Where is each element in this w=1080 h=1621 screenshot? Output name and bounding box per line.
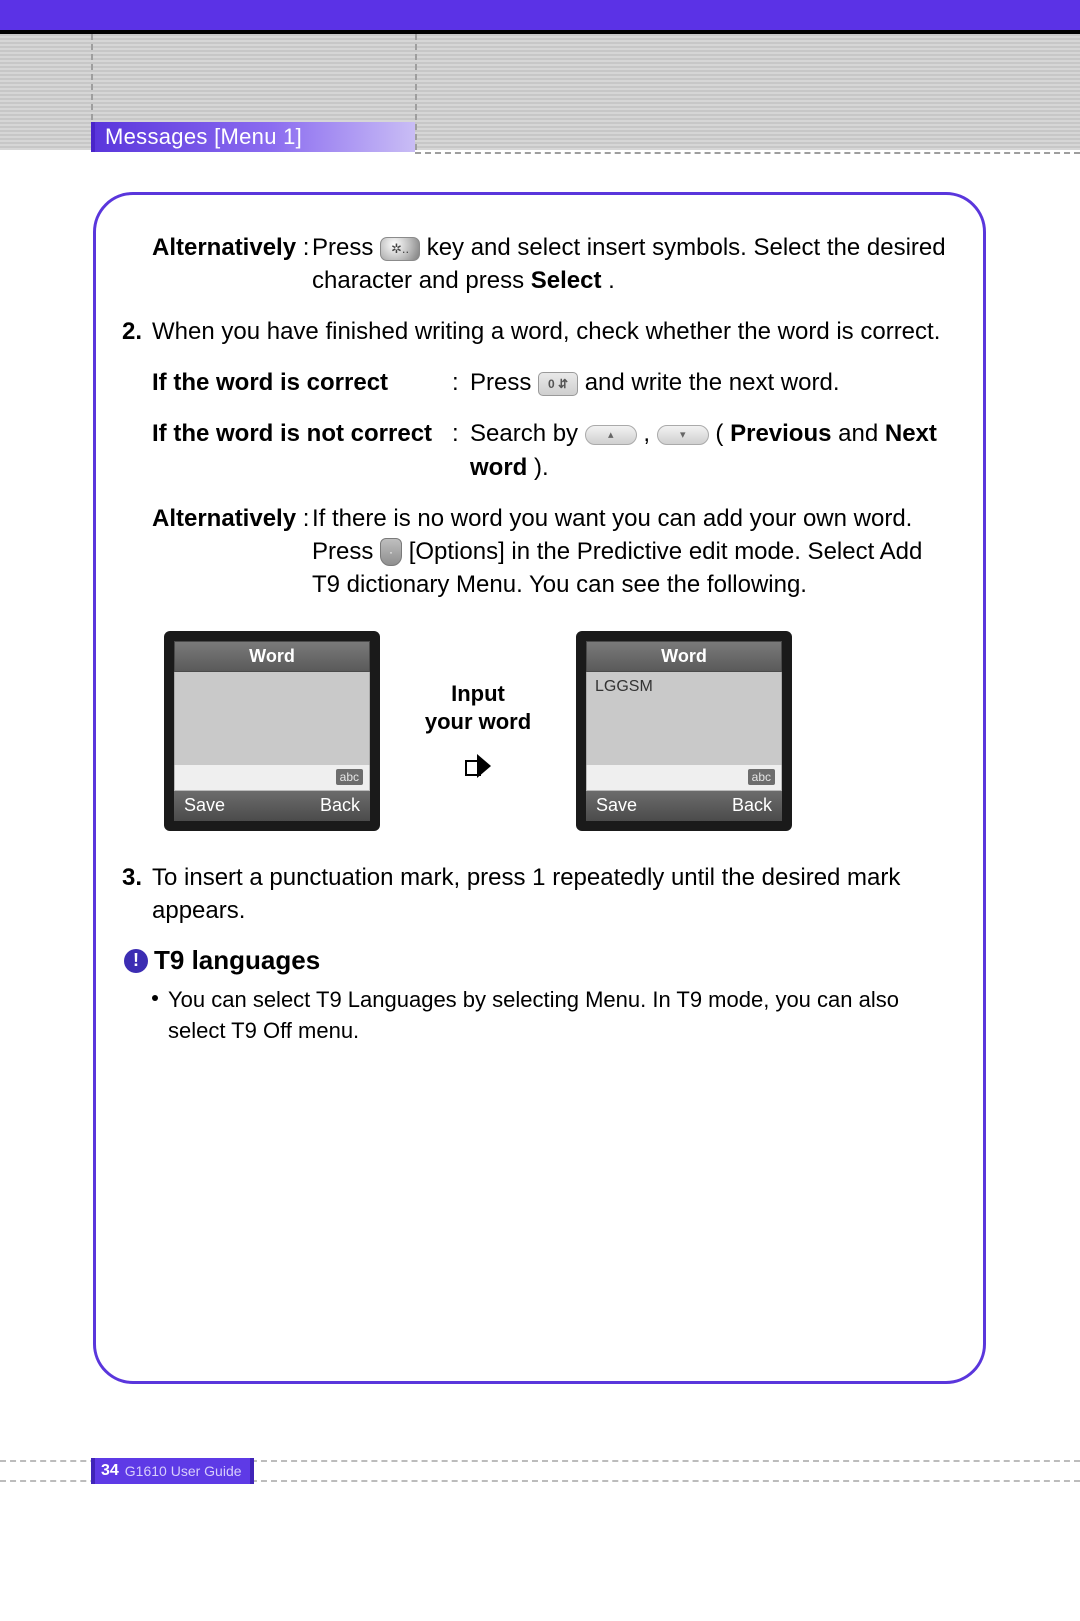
phone-left-body [174, 672, 370, 765]
para1-lead-label: Alternatively [152, 234, 296, 261]
if-correct-a: Press [470, 369, 538, 396]
if-correct-row: If the word is correct : Press 0 ⇵ and w… [152, 366, 949, 399]
t9-heading-row: ! T9 languages [124, 945, 949, 976]
phone-left-title: Word [174, 641, 370, 672]
abc-mode-badge-2: abc [748, 769, 775, 785]
phone-right-statusbar: abc [586, 765, 782, 791]
zero-key-icon: 0 ⇵ [538, 372, 578, 396]
arrow-right-icon [463, 751, 493, 781]
phone-right-save: Save [596, 795, 637, 816]
phone-mockups-row: Word abc Save Back Input your word [164, 631, 949, 831]
t9-bullet-row: You can select T9 Languages by selecting… [152, 984, 949, 1046]
phone-mock-left: Word abc Save Back [164, 631, 380, 831]
if-incorrect-comma: , [643, 420, 656, 447]
para1-colon: : [303, 234, 310, 261]
t9-bullet-text: You can select T9 Languages by selecting… [168, 984, 949, 1046]
section-tab: Messages [Menu 1] [91, 122, 415, 152]
if-incorrect-sep: : [452, 417, 470, 483]
alt2-lead-label: Alternatively [152, 505, 296, 532]
t9-heading: T9 languages [154, 945, 320, 976]
section-tab-label: Messages [Menu 1] [105, 124, 302, 150]
alt2-line2b: [Options] in the Predictive edit mode. S… [312, 538, 922, 598]
alt2-line1: If there is no word you want you can add… [312, 502, 949, 535]
mid-text-1: Input [425, 680, 531, 708]
if-incorrect-a: Search by [470, 420, 585, 447]
phone-left-save: Save [184, 795, 225, 816]
step-3-text: To insert a punctuation mark, press 1 re… [152, 861, 949, 927]
step-2-number: 2. [122, 315, 152, 348]
para1-text-a: Press [312, 234, 380, 261]
info-bang-icon: ! [124, 949, 148, 973]
step-2-row: 2. When you have finished writing a word… [122, 315, 949, 348]
alt2-line2a: Press [312, 538, 380, 565]
mid-text-2: your word [425, 708, 531, 736]
para-alternatively-1: Alternatively : Press ✲.. key and select… [152, 231, 949, 297]
if-incorrect-close: ). [534, 454, 549, 481]
mock-middle-column: Input your word [398, 680, 558, 781]
nav-up-key-icon: ▴ [585, 425, 637, 445]
phone-right-title: Word [586, 641, 782, 672]
phone-left-statusbar: abc [174, 765, 370, 791]
footer-page-tab: 34 G1610 User Guide [91, 1458, 254, 1484]
if-incorrect-open: ( [715, 420, 723, 447]
phone-left-softbar: Save Back [174, 791, 370, 821]
para1-text-c: . [608, 267, 615, 294]
if-correct-b: and write the next word. [585, 369, 840, 396]
abc-mode-badge: abc [336, 769, 363, 785]
step-3-number: 3. [122, 861, 152, 927]
phone-mock-right: Word LGGSM abc Save Back [576, 631, 792, 831]
phone-left-back: Back [320, 795, 360, 816]
phone-right-softbar: Save Back [586, 791, 782, 821]
para1-select-bold: Select [531, 267, 602, 294]
if-correct-label: If the word is correct [152, 366, 452, 399]
page-number: 34 [101, 1462, 119, 1480]
phone-right-back: Back [732, 795, 772, 816]
top-accent-bar [0, 0, 1080, 30]
header-dashed-guide [415, 152, 1080, 154]
step-3-row: 3. To insert a punctuation mark, press 1… [122, 861, 949, 927]
if-incorrect-prev: Previous [730, 420, 831, 447]
if-incorrect-label: If the word is not correct [152, 417, 452, 483]
if-incorrect-row: If the word is not correct : Search by ▴… [152, 417, 949, 483]
star-key-icon: ✲.. [380, 237, 420, 261]
nav-down-key-icon: ▾ [657, 425, 709, 445]
content-frame: Alternatively : Press ✲.. key and select… [93, 192, 986, 1384]
phone-right-body: LGGSM [586, 672, 782, 765]
para-alternatively-2: Alternatively : If there is no word you … [152, 502, 949, 601]
left-softkey-icon: · [380, 538, 402, 566]
alt2-sep: : [303, 505, 310, 532]
step-2-text: When you have finished writing a word, c… [152, 315, 949, 348]
if-incorrect-mid: and [838, 420, 885, 447]
bullet-icon [152, 995, 158, 1001]
if-correct-sep: : [452, 366, 470, 399]
phone-right-typed-text: LGGSM [595, 678, 653, 695]
guide-name: G1610 User Guide [125, 1463, 242, 1479]
